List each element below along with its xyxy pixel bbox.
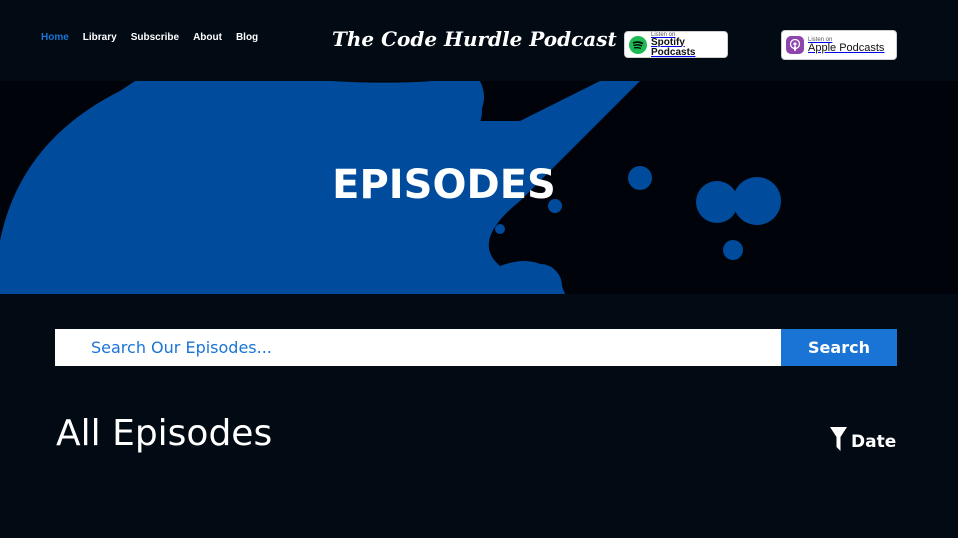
apple-badge-text: Listen on Apple Podcasts [808,37,884,54]
spotify-badge-big-text: Spotify Podcasts [651,36,696,58]
top-navigation-bar: Home Library Subscribe About Blog The Co… [0,0,958,81]
hero-banner: EPISODES [0,81,958,294]
nav-library-link[interactable]: Library [83,32,117,43]
nav-subscribe-link[interactable]: Subscribe [131,32,179,43]
all-episodes-heading: All Episodes [56,413,273,454]
site-title[interactable]: The Code Hurdle Podcast [332,27,617,51]
episode-search-input[interactable] [55,329,781,366]
main-nav: Home Library Subscribe About Blog [41,32,272,43]
spotify-icon [629,35,647,54]
spotify-badge-text: Listen on Spotify Podcasts [651,32,727,58]
filter-icon [830,427,847,456]
nav-home-link[interactable]: Home [41,32,69,43]
nav-about-link[interactable]: About [193,32,222,43]
apple-badge-big-text: Apple Podcasts [808,41,885,54]
sort-label: Date [851,431,897,452]
nav-blog-link[interactable]: Blog [236,32,258,43]
episode-search-bar: Search [55,329,897,366]
apple-podcasts-icon [786,36,804,54]
search-button[interactable]: Search [781,329,897,366]
hero-title: EPISODES [332,162,556,208]
sort-by-date-control[interactable]: Date [830,427,896,456]
spotify-podcasts-badge[interactable]: Listen on Spotify Podcasts [624,31,728,58]
apple-podcasts-badge[interactable]: Listen on Apple Podcasts [781,30,897,60]
